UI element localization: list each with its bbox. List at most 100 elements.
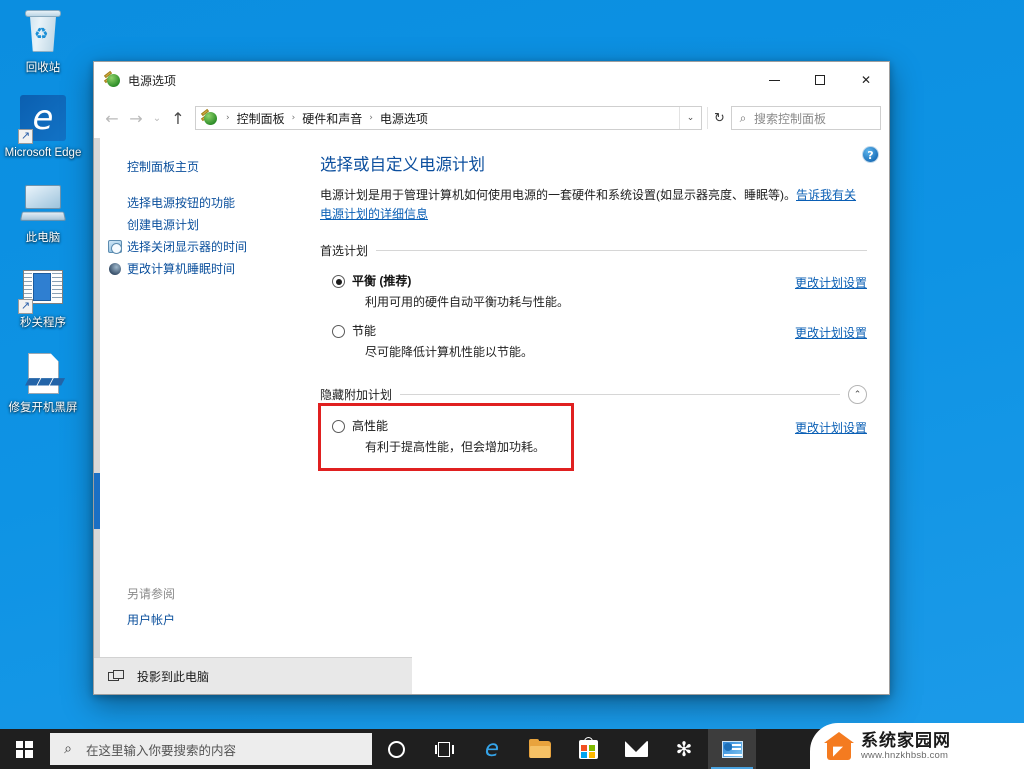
- plan-row-high-performance[interactable]: 高性能 有利于提高性能，但会增加功耗。 更改计划设置: [320, 412, 867, 462]
- taskbar-item-edge[interactable]: e: [468, 729, 516, 769]
- desktop-icon-list: ♻ 回收站 e ↗ Microsoft Edge 此电脑 ↗ 秒关程序 ▰▰▰ …: [0, 6, 86, 431]
- change-plan-settings-link-high-performance[interactable]: 更改计划设置: [795, 418, 867, 436]
- desktop-icon-this-pc[interactable]: 此电脑: [0, 176, 86, 251]
- chevron-up-icon[interactable]: ⌃: [848, 385, 867, 404]
- clock-icon: [108, 239, 127, 255]
- watermark-url: www.hnzkhbsb.com: [861, 750, 949, 761]
- desktop-icon-label: 修复开机黑屏: [8, 402, 78, 414]
- sidebar-item-choose-display-off-time[interactable]: 选择关闭显示器的时间: [108, 236, 302, 258]
- desktop-icon-recycle-bin[interactable]: ♻ 回收站: [0, 6, 86, 81]
- app-shortcut-icon: ↗: [18, 265, 67, 314]
- radio-power-saver[interactable]: [332, 325, 345, 338]
- hidden-additional-plans-group: 隐藏附加计划 ⌃ 高性能 有利于提高性能，但会增加功耗。 更改计划设置: [320, 385, 867, 462]
- change-plan-settings-link-power-saver[interactable]: 更改计划设置: [795, 323, 867, 341]
- page-description-text: 电源计划是用于管理计算机如何使用电源的一套硬件和系统设置(如显示器亮度、睡眠等)…: [320, 188, 796, 202]
- taskbar-item-microsoft-store[interactable]: [564, 729, 612, 769]
- taskbar-search-input[interactable]: 在这里输入你要搜索的内容: [86, 740, 236, 759]
- window-body: 控制面板主页 选择电源按钮的功能 创建电源计划 选择关闭显示器的时间 更改计算机…: [94, 138, 889, 657]
- start-button[interactable]: [0, 729, 48, 769]
- sidebar-item-control-panel-home[interactable]: 控制面板主页: [108, 156, 302, 178]
- taskbar-item-file-explorer[interactable]: [516, 729, 564, 769]
- breadcrumb-separator: ›: [226, 113, 230, 123]
- status-bar: 投影到此电脑: [94, 657, 412, 694]
- help-button[interactable]: ?: [862, 146, 879, 163]
- breadcrumb: › 控制面板 › 硬件和声音 › 电源选项: [223, 109, 679, 128]
- navigation-bar: ← → ⌄ ↑ › 控制面板 › 硬件和声音 › 电源选项 ⌄ ↻ ⌕ 搜索控制…: [94, 98, 889, 138]
- breadcrumb-separator: ›: [369, 113, 373, 123]
- folder-icon: [529, 738, 551, 758]
- window-controls: ✕: [751, 62, 889, 98]
- group-header: 首选计划: [320, 242, 867, 259]
- page-description: 电源计划是用于管理计算机如何使用电源的一套硬件和系统设置(如显示器亮度、睡眠等)…: [320, 186, 867, 224]
- taskbar-item-power-options[interactable]: [708, 729, 756, 769]
- recycle-bin-icon: ♻: [19, 10, 67, 58]
- power-options-icon: [721, 740, 743, 758]
- search-input[interactable]: 搜索控制面板: [754, 110, 826, 127]
- window-titlebar[interactable]: 电源选项 ✕: [94, 62, 889, 98]
- main-content: ? 选择或自定义电源计划 电源计划是用于管理计算机如何使用电源的一套硬件和系统设…: [302, 138, 889, 657]
- sidebar-item-label: 选择电源按钮的功能: [127, 196, 236, 210]
- desktop-icon-fix-black-screen[interactable]: ▰▰▰ 修复开机黑屏: [0, 346, 86, 421]
- search-icon: ⌕: [64, 741, 72, 757]
- desktop-icon-label: Microsoft Edge: [4, 147, 82, 159]
- taskbar-item-cortana[interactable]: [372, 729, 420, 769]
- sidebar-item-power-button-function[interactable]: 选择电源按钮的功能: [108, 192, 302, 214]
- site-watermark: ◤ 系统家园网 www.hnzkhbsb.com: [810, 723, 1024, 769]
- sidebar-item-label: 选择关闭显示器的时间: [127, 240, 248, 254]
- address-bar[interactable]: › 控制面板 › 硬件和声音 › 电源选项 ⌄: [195, 106, 702, 130]
- change-plan-settings-link-balanced[interactable]: 更改计划设置: [795, 273, 867, 291]
- windows-logo-icon: [15, 740, 33, 758]
- forward-button[interactable]: →: [124, 106, 148, 130]
- plan-row-power-saver[interactable]: 节能 尽可能降低计算机性能以节能。 更改计划设置: [320, 317, 867, 367]
- plan-description: 尽可能降低计算机性能以节能。: [365, 345, 534, 359]
- taskbar-item-task-view[interactable]: [420, 729, 468, 769]
- preferred-plans-group: 首选计划 平衡 (推荐) 利用可用的硬件自动平衡功耗与性能。 更改计划设置 节能: [320, 242, 867, 367]
- sidebar-item-label: 创建电源计划: [127, 218, 200, 232]
- desktop-icon-quick-close[interactable]: ↗ 秒关程序: [0, 261, 86, 336]
- taskbar-item-mail[interactable]: [612, 729, 660, 769]
- plan-name: 节能: [352, 324, 377, 338]
- group-divider: [376, 250, 867, 251]
- search-control-panel-box[interactable]: ⌕ 搜索控制面板: [731, 106, 881, 130]
- plan-row-balanced[interactable]: 平衡 (推荐) 利用可用的硬件自动平衡功耗与性能。 更改计划设置: [320, 267, 867, 317]
- store-icon: [578, 736, 598, 759]
- maximize-button[interactable]: [797, 62, 843, 98]
- search-icon: ⌕: [739, 110, 747, 125]
- power-options-icon: [103, 70, 121, 88]
- recent-locations-button[interactable]: ⌄: [148, 106, 166, 130]
- chevron-down-icon[interactable]: ⌄: [679, 107, 701, 129]
- sidebar-item-user-accounts[interactable]: 用户帐户: [108, 609, 302, 631]
- back-button[interactable]: ←: [100, 106, 124, 130]
- breadcrumb-item-power-options[interactable]: 电源选项: [376, 109, 432, 128]
- edge-icon: e: [484, 735, 500, 762]
- sidebar-item-change-sleep-time[interactable]: 更改计算机睡眠时间: [108, 258, 302, 280]
- mail-icon: [624, 741, 648, 757]
- refresh-button[interactable]: ↻: [707, 107, 731, 129]
- plan-name: 高性能: [352, 419, 389, 433]
- document-shortcut-icon: ▰▰▰: [19, 350, 67, 398]
- desktop-icon-label: 秒关程序: [20, 317, 66, 329]
- group-title: 隐藏附加计划: [320, 388, 393, 402]
- sidebar-item-label: 用户帐户: [127, 613, 176, 627]
- breadcrumb-item-control-panel[interactable]: 控制面板: [233, 109, 289, 128]
- taskbar-search-box[interactable]: ⌕ 在这里输入你要搜索的内容: [50, 733, 372, 765]
- shortcut-arrow-icon: ↗: [18, 299, 33, 314]
- breadcrumb-separator: ›: [291, 113, 296, 123]
- group-divider: [400, 394, 840, 395]
- radio-high-performance[interactable]: [332, 420, 345, 433]
- see-also-title: 另请参阅: [127, 587, 176, 601]
- minimize-button[interactable]: [751, 62, 797, 98]
- this-pc-icon: [19, 180, 67, 228]
- power-options-icon: [200, 108, 218, 126]
- taskbar-item-settings[interactable]: ✻: [660, 729, 708, 769]
- watermark-name: 系统家园网: [861, 731, 951, 750]
- sidebar-item-label: 更改计算机睡眠时间: [127, 262, 236, 276]
- see-also-section: 另请参阅 用户帐户: [108, 585, 302, 657]
- sidebar-item-create-power-plan[interactable]: 创建电源计划: [108, 214, 302, 236]
- up-button[interactable]: ↑: [166, 106, 190, 130]
- house-logo-icon: ◤: [824, 732, 854, 760]
- desktop-icon-microsoft-edge[interactable]: e ↗ Microsoft Edge: [0, 91, 86, 166]
- breadcrumb-item-hardware-sound[interactable]: 硬件和声音: [298, 109, 366, 128]
- close-button[interactable]: ✕: [843, 62, 889, 98]
- radio-balanced[interactable]: [332, 275, 345, 288]
